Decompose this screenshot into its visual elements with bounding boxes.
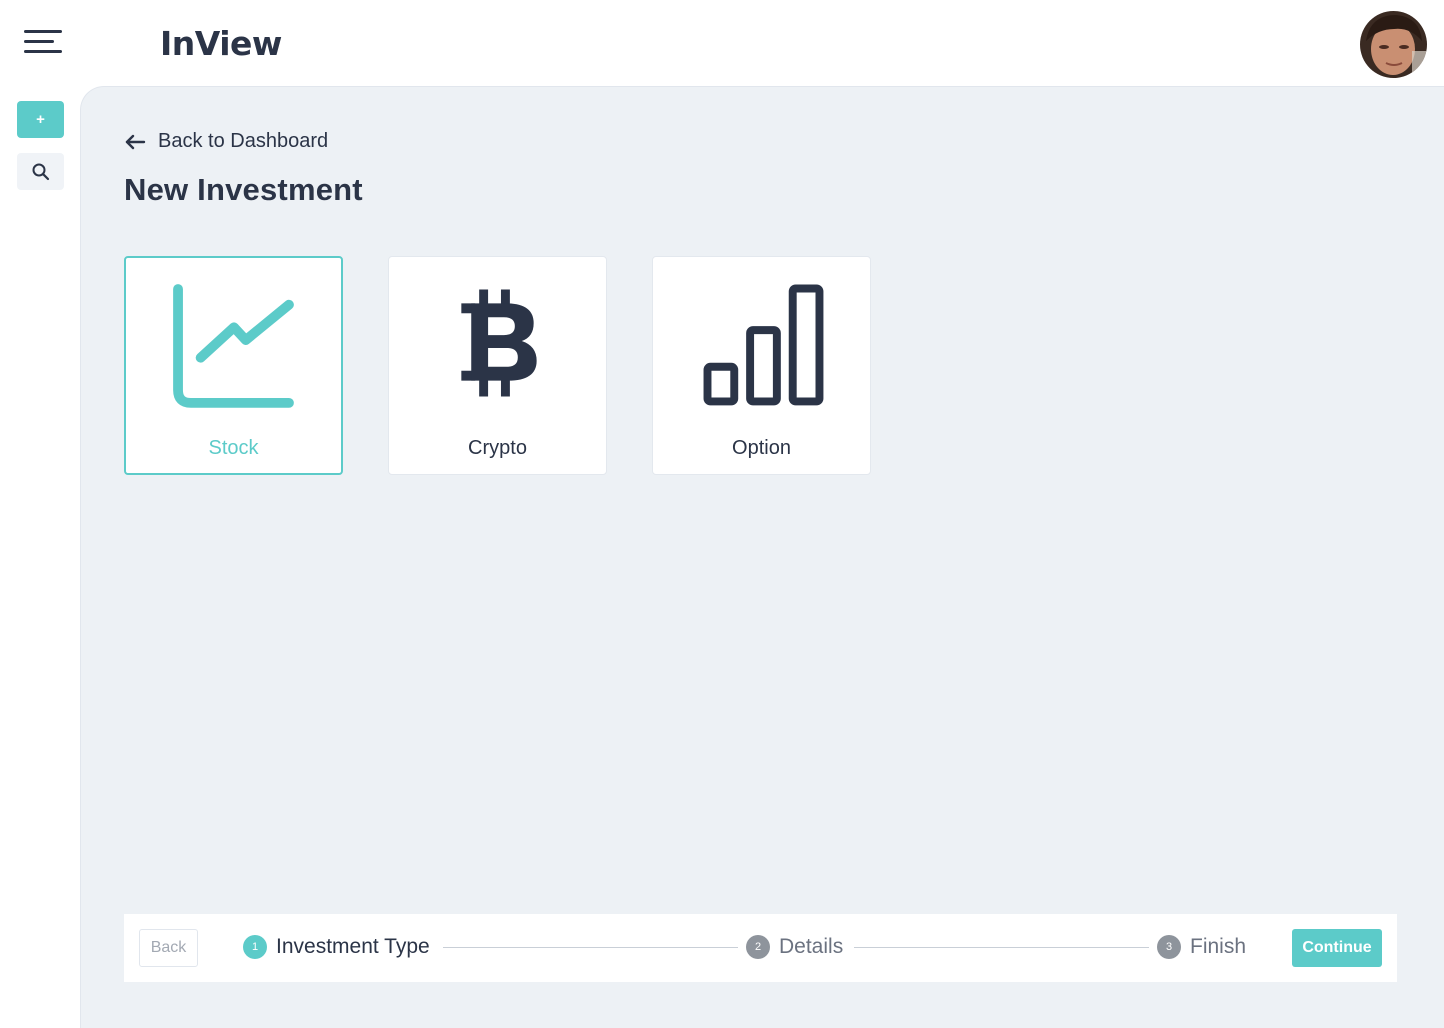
line-chart-icon — [173, 284, 294, 408]
hamburger-menu-icon[interactable] — [24, 30, 64, 58]
app-logo: InView — [160, 24, 282, 63]
crypto-label: Crypto — [468, 437, 527, 459]
investment-type-crypto-card[interactable]: Crypto — [388, 256, 607, 475]
step-finish: 3 Finish — [1157, 935, 1246, 959]
user-avatar[interactable] — [1360, 11, 1427, 78]
step-label: Investment Type — [276, 935, 430, 958]
step-details: 2 Details — [746, 935, 843, 959]
main-content — [80, 86, 1444, 1028]
sidebar: + — [0, 86, 80, 1028]
investment-type-stock-card[interactable]: Stock — [124, 256, 343, 475]
step-connector — [443, 947, 738, 948]
back-button[interactable]: Back — [139, 929, 198, 967]
bitcoin-icon — [461, 289, 537, 397]
step-label: Finish — [1190, 935, 1247, 958]
arrow-left-icon — [125, 134, 146, 149]
back-link-label: Back to Dashboard — [158, 130, 329, 152]
stock-label: Stock — [208, 437, 259, 459]
search-icon — [32, 163, 49, 180]
step-investment-type: 1 Investment Type — [243, 935, 430, 959]
investment-type-option-card[interactable]: Option — [652, 256, 871, 475]
step-connector — [854, 947, 1149, 948]
add-button[interactable]: + — [17, 101, 64, 138]
continue-button[interactable]: Continue — [1292, 929, 1382, 967]
page-title: New Investment — [124, 172, 363, 207]
step-label: Details — [779, 935, 844, 958]
search-button[interactable] — [17, 153, 64, 190]
bar-chart-icon — [703, 284, 824, 406]
step-number-badge: 3 — [1157, 935, 1181, 959]
option-label: Option — [732, 437, 791, 459]
step-number-badge: 1 — [243, 935, 267, 959]
step-number-badge: 2 — [746, 935, 770, 959]
top-bar: InView — [0, 0, 1444, 86]
stepper-bar: Back 1 Investment Type 2 Details 3 Finis… — [124, 914, 1397, 982]
add-button-label: + — [36, 111, 45, 128]
back-to-dashboard-link[interactable]: Back to Dashboard — [124, 130, 328, 153]
